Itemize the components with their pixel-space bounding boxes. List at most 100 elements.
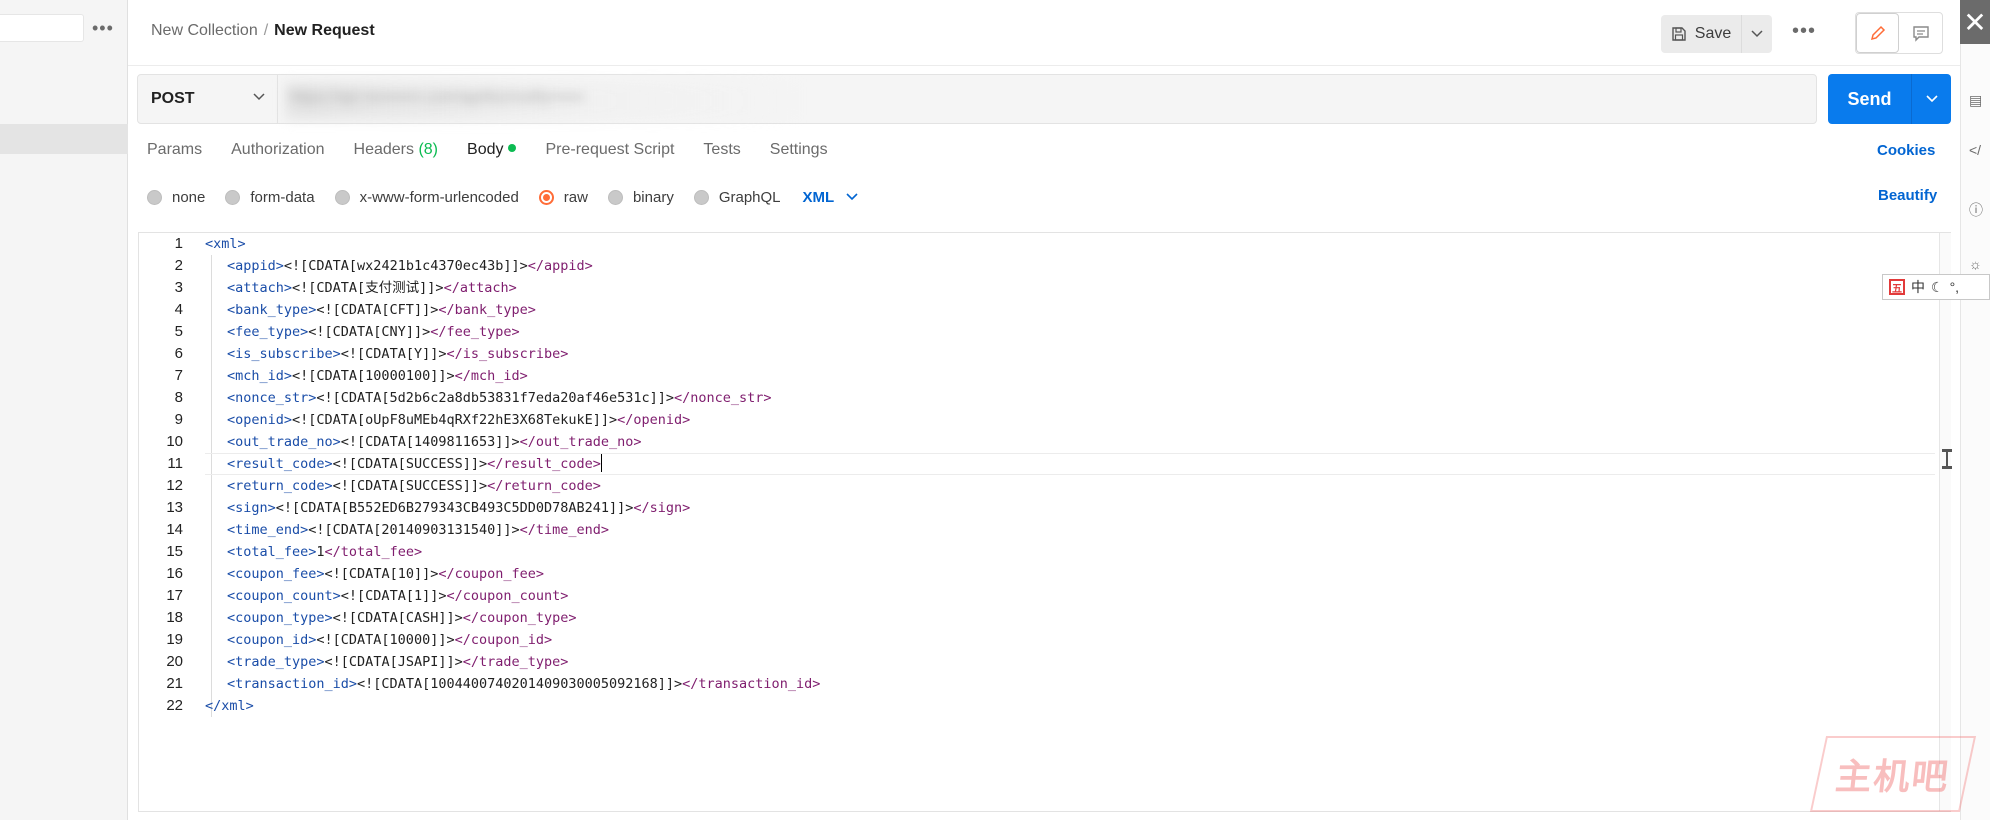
code-line[interactable]: 4 <bank_type><![CDATA[CFT]]></bank_type> (139, 299, 1939, 321)
breadcrumb-separator: / (263, 22, 269, 39)
xml-open-tag: <coupon_fee> (227, 566, 325, 582)
tab-label: Headers (353, 141, 414, 158)
documentation-icon[interactable]: ▤ (1969, 92, 1982, 109)
send-button[interactable]: Send (1828, 74, 1912, 124)
tab-settings[interactable]: Settings (770, 141, 828, 165)
body-type-raw[interactable]: raw (538, 189, 588, 206)
comments-button[interactable] (1899, 13, 1942, 53)
line-number: 18 (166, 609, 183, 626)
xml-open-tag: <total_fee> (227, 544, 317, 560)
tab-body[interactable]: Body (467, 141, 517, 165)
xml-open-tag: <bank_type> (227, 302, 317, 318)
tab-params[interactable]: Params (147, 141, 202, 165)
xml-value: <![CDATA[B552ED6B279343CB493C5DD0D78AB24… (275, 500, 634, 516)
code-line[interactable]: 10 <out_trade_no><![CDATA[1409811653]]></… (139, 431, 1939, 453)
cookies-link[interactable]: Cookies (1877, 142, 1935, 159)
tab-headers[interactable]: Headers (8) (354, 141, 439, 165)
code-line[interactable]: 22 </xml> (139, 695, 1939, 717)
ime-toolbar[interactable]: 五 中 ☾ °, (1882, 274, 1990, 300)
ime-punctuation[interactable]: °, (1950, 279, 1960, 295)
request-tabs: Params Authorization Headers (8) Body Pr… (147, 141, 857, 165)
editor-scrollbar[interactable] (1939, 233, 1951, 811)
line-number: 3 (174, 279, 183, 296)
url-bar: POST https://api.m••••••••.com/api/biz/n… (137, 74, 1817, 124)
sidebar-selected-item[interactable] (0, 124, 128, 154)
info-icon[interactable]: ⓘ (1969, 200, 1983, 220)
close-icon[interactable]: ✕ (1960, 0, 1990, 44)
tab-pre-request-script[interactable]: Pre-request Script (545, 141, 674, 165)
body-type-urlencoded[interactable]: x-www-form-urlencoded (334, 189, 519, 206)
tab-tests[interactable]: Tests (703, 141, 740, 165)
xml-open-tag: <result_code> (227, 456, 333, 472)
code-line[interactable]: 16 <coupon_fee><![CDATA[10]]></coupon_fee… (139, 563, 1939, 585)
editor-content[interactable]: 1 <xml> 2 <appid><![CDATA[wx2421b1c4370ec43… (139, 233, 1939, 811)
xml-open-tag: <sign> (227, 500, 276, 516)
send-options-button[interactable] (1912, 74, 1951, 124)
method-label: POST (151, 90, 195, 107)
body-code-editor[interactable]: 1 <xml> 2 <appid><![CDATA[wx2421b1c4370ec43… (138, 232, 1952, 812)
breadcrumb-collection[interactable]: New Collection (151, 22, 258, 39)
code-icon[interactable]: </ (1969, 142, 1981, 158)
xml-open-tag: <return_code> (227, 478, 333, 494)
code-line[interactable]: 21 <transaction_id><![CDATA[1004400740201… (139, 673, 1939, 695)
code-text: <fee_type><![CDATA[CNY]]></fee_type> (227, 321, 520, 343)
chevron-down-icon (846, 193, 858, 201)
code-line[interactable]: 20 <trade_type><![CDATA[JSAPI]]></trade_t… (139, 651, 1939, 673)
chevron-down-icon (253, 93, 265, 101)
more-actions-button[interactable]: ••• (1792, 20, 1816, 43)
xml-open-tag: <transaction_id> (227, 676, 358, 692)
line-number: 15 (166, 543, 183, 560)
edit-mode-button[interactable] (1856, 13, 1900, 53)
send-button-group: Send (1828, 74, 1951, 124)
save-button-group: Save (1661, 15, 1772, 53)
code-line[interactable]: 18 <coupon_type><![CDATA[CASH]]></coupon_… (139, 607, 1939, 629)
breadcrumb-request-name[interactable]: New Request (274, 22, 374, 39)
code-text: <coupon_fee><![CDATA[10]]></coupon_fee> (227, 563, 544, 585)
body-type-graphql[interactable]: GraphQL (693, 189, 781, 206)
sidebar-more-icon[interactable]: ••• (92, 18, 114, 39)
code-line[interactable]: 5 <fee_type><![CDATA[CNY]]></fee_type> (139, 321, 1939, 343)
code-line[interactable]: 6 <is_subscribe><![CDATA[Y]]></is_subscri… (139, 343, 1939, 365)
xml-value: <![CDATA[10]]> (324, 566, 439, 582)
format-label: XML (802, 188, 835, 206)
beautify-link[interactable]: Beautify (1878, 187, 1937, 204)
raw-format-select[interactable]: XML (803, 189, 859, 206)
xml-value: <![CDATA[CFT]]> (316, 302, 439, 318)
ime-language[interactable]: 中 (1911, 277, 1925, 297)
body-type-form-data[interactable]: form-data (225, 189, 315, 206)
code-line[interactable]: 11 <result_code><![CDATA[SUCCESS]]></resu… (139, 453, 1939, 475)
code-line[interactable]: 1 <xml> (139, 233, 1939, 255)
tab-authorization[interactable]: Authorization (231, 141, 324, 165)
moon-icon[interactable]: ☾ (1931, 279, 1944, 296)
related-icon[interactable]: ☼ (1969, 256, 1982, 272)
code-line[interactable]: 19 <coupon_id><![CDATA[10000]]></coupon_i… (139, 629, 1939, 651)
code-line[interactable]: 3 <attach><![CDATA[支付测试]]></attach> (139, 277, 1939, 299)
code-text: <return_code><![CDATA[SUCCESS]]></return… (227, 475, 601, 497)
code-line[interactable]: 14 <time_end><![CDATA[20140903131540]]></… (139, 519, 1939, 541)
xml-close-tag: </transaction_id> (682, 676, 821, 692)
xml-close-tag: </out_trade_no> (519, 434, 642, 450)
code-line[interactable]: 13 <sign><![CDATA[B552ED6B279343CB493C5DD… (139, 497, 1939, 519)
code-line[interactable]: 12 <return_code><![CDATA[SUCCESS]]></retu… (139, 475, 1939, 497)
line-number: 1 (174, 235, 183, 252)
code-text: <coupon_count><![CDATA[1]]></coupon_coun… (227, 585, 568, 607)
body-type-none[interactable]: none (147, 189, 205, 206)
code-line[interactable]: 17 <coupon_count><![CDATA[1]]></coupon_co… (139, 585, 1939, 607)
url-input[interactable]: https://api.m••••••••.com/api/biz/notify… (290, 89, 584, 107)
code-line[interactable]: 8 <nonce_str><![CDATA[5d2b6c2a8db53831f7e… (139, 387, 1939, 409)
code-line[interactable]: 7 <mch_id><![CDATA[10000100]]></mch_id> (139, 365, 1939, 387)
save-options-button[interactable] (1742, 15, 1772, 53)
code-line[interactable]: 15 <total_fee>1</total_fee> (139, 541, 1939, 563)
text-cursor-icon (1942, 449, 1952, 469)
body-type-binary[interactable]: binary (607, 189, 674, 206)
sidebar-search-input[interactable] (0, 14, 84, 42)
code-text: <transaction_id><![CDATA[100440074020140… (227, 673, 820, 695)
xml-open-tag: <openid> (227, 412, 293, 428)
save-button[interactable]: Save (1661, 15, 1742, 53)
code-line[interactable]: 2 <appid><![CDATA[wx2421b1c4370ec43b]]></… (139, 255, 1939, 277)
view-mode-toggle (1855, 12, 1943, 54)
code-text: <openid><![CDATA[oUpF8uMEb4qRXf22hE3X68T… (227, 409, 690, 431)
code-line[interactable]: 9 <openid><![CDATA[oUpF8uMEb4qRXf22hE3X68… (139, 409, 1939, 431)
method-select[interactable]: POST (138, 75, 278, 123)
xml-value: 1 (316, 544, 325, 560)
